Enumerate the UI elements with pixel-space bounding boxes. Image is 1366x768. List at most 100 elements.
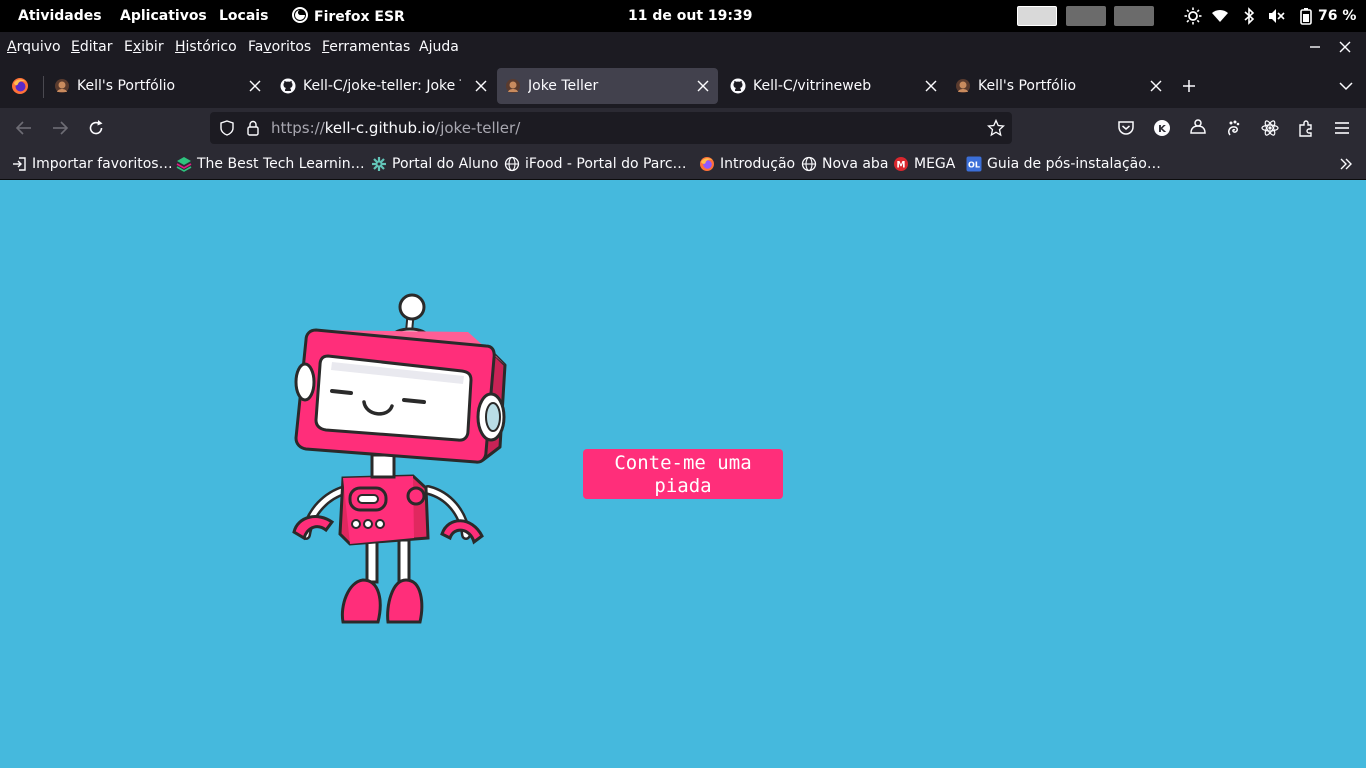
bookmark-guia-pos-instalacao[interactable]: OL Guia de pós-instalação… bbox=[966, 155, 1161, 173]
import-icon bbox=[13, 157, 26, 171]
battery-icon[interactable] bbox=[1297, 7, 1315, 25]
tab-joke-teller-repo[interactable]: Kell-C/joke-teller: Joke Teller bbox=[272, 68, 496, 104]
menu-bookmarks[interactable]: Favoritos bbox=[248, 38, 311, 56]
url-domain: kell-c.github.io bbox=[324, 119, 436, 137]
menu-accelerator: E bbox=[71, 39, 80, 55]
activities-button[interactable]: Atividades bbox=[18, 7, 102, 25]
robot-illustration bbox=[292, 293, 507, 624]
tab-kells-portfolio-1[interactable]: Kell's Portfólio bbox=[46, 68, 270, 104]
more-bookmarks-chevron-icon[interactable] bbox=[1338, 156, 1354, 172]
tab-vitrineweb-repo[interactable]: Kell-C/vitrineweb bbox=[722, 68, 946, 104]
bookmark-portal-aluno[interactable]: Portal do Aluno bbox=[371, 155, 499, 173]
night-light-icon[interactable] bbox=[1184, 7, 1202, 25]
bookmark-label: Nova aba bbox=[822, 156, 889, 172]
menu-tools[interactable]: Ferramentas bbox=[322, 38, 410, 56]
battery-percentage: 76 % bbox=[1318, 8, 1357, 24]
bookmark-label: Portal do Aluno bbox=[392, 156, 499, 172]
menu-accelerator: A bbox=[7, 39, 17, 55]
focused-app-menu[interactable]: Firefox ESR bbox=[292, 7, 405, 26]
bookmark-introducao[interactable]: Introdução bbox=[699, 155, 796, 173]
ol-icon: OL bbox=[966, 156, 982, 172]
url-path: /joke-teller/ bbox=[435, 119, 521, 137]
firefox-menubar: Arquivo Editar Exibir Histórico Favorito… bbox=[0, 32, 1366, 62]
close-tab-icon[interactable] bbox=[696, 79, 710, 93]
menu-help[interactable]: Ajuda bbox=[419, 38, 459, 56]
new-tab-plus-icon[interactable] bbox=[1181, 78, 1197, 94]
applications-menu[interactable]: Aplicativos bbox=[120, 7, 207, 25]
bookmark-mega[interactable]: M MEGA bbox=[893, 155, 958, 173]
tab-joke-teller-active[interactable]: Joke Teller bbox=[497, 68, 718, 104]
menu-accelerator: F bbox=[322, 39, 330, 55]
tell-joke-button[interactable]: Conte-me uma piada bbox=[583, 449, 783, 499]
bookmark-label: Introdução bbox=[720, 156, 796, 172]
reload-icon[interactable] bbox=[86, 118, 106, 138]
tracking-protection-shield-icon[interactable] bbox=[219, 120, 235, 136]
workspace-3[interactable] bbox=[1114, 6, 1154, 26]
menu-history[interactable]: Histórico bbox=[175, 38, 237, 56]
tab-title: Kell's Portfólio bbox=[978, 78, 1077, 94]
menu-accelerator: v bbox=[263, 39, 272, 55]
url-text[interactable]: https://kell-c.github.io/joke-teller/ bbox=[271, 119, 520, 137]
tab-title: Kell-C/joke-teller: Joke Teller bbox=[303, 78, 461, 94]
firefox-view-icon[interactable] bbox=[11, 77, 29, 95]
page-content: Conte-me uma piada bbox=[0, 180, 1366, 768]
bookmark-nova-aba[interactable]: Nova aba bbox=[801, 155, 889, 173]
menu-accelerator: x bbox=[132, 39, 142, 55]
github-icon bbox=[730, 78, 746, 94]
bookmark-star-icon[interactable] bbox=[987, 119, 1005, 137]
github-icon bbox=[280, 78, 296, 94]
list-all-tabs-chevron-icon[interactable] bbox=[1338, 79, 1354, 93]
account-avatar-icon[interactable]: K bbox=[1152, 118, 1172, 138]
menu-accelerator: H bbox=[175, 39, 186, 55]
pocket-icon[interactable] bbox=[1116, 118, 1136, 138]
svg-text:M: M bbox=[897, 161, 906, 171]
bookmark-import[interactable]: Importar favoritos… bbox=[11, 155, 173, 173]
extension-incognito-icon[interactable] bbox=[1188, 118, 1208, 138]
workspace-1[interactable] bbox=[1017, 6, 1057, 26]
bookmark-label: Importar favoritos… bbox=[32, 156, 173, 172]
tab-strip: Kell's Portfólio Kell-C/joke-teller: Jok… bbox=[0, 62, 1366, 108]
close-tab-icon[interactable] bbox=[248, 79, 262, 93]
workspace-2[interactable] bbox=[1066, 6, 1106, 26]
back-arrow-icon[interactable] bbox=[14, 118, 34, 138]
menu-view[interactable]: Exibir bbox=[124, 38, 164, 56]
tab-title: Kell's Portfólio bbox=[77, 78, 176, 94]
minimize-icon[interactable] bbox=[1306, 38, 1324, 56]
forward-arrow-icon[interactable] bbox=[50, 118, 70, 138]
portfolio-favicon bbox=[956, 79, 970, 93]
focused-app-label: Firefox ESR bbox=[314, 9, 405, 25]
clock[interactable]: 11 de out 19:39 bbox=[628, 7, 752, 25]
bluetooth-icon[interactable] bbox=[1240, 7, 1258, 25]
url-bar[interactable]: https://kell-c.github.io/joke-teller/ bbox=[210, 112, 1012, 144]
menu-file[interactable]: Arquivo bbox=[7, 38, 61, 56]
bookmark-label: Guia de pós-instalação… bbox=[987, 156, 1161, 172]
lock-icon[interactable] bbox=[246, 120, 260, 136]
extension-gnome-foot-icon[interactable] bbox=[1224, 118, 1244, 138]
tab-separator bbox=[43, 76, 44, 98]
tab-title: Joke Teller bbox=[528, 78, 599, 94]
places-menu[interactable]: Locais bbox=[219, 7, 268, 25]
globe-icon bbox=[801, 156, 817, 172]
close-tab-icon[interactable] bbox=[924, 79, 938, 93]
menu-edit[interactable]: Editar bbox=[71, 38, 112, 56]
bookmark-label: The Best Tech Learnin… bbox=[197, 156, 365, 172]
portfolio-favicon bbox=[506, 79, 520, 93]
bookmark-label: MEGA bbox=[914, 156, 956, 172]
menu-accelerator: j bbox=[428, 39, 433, 55]
wifi-icon[interactable] bbox=[1211, 7, 1229, 25]
bookmark-ifood[interactable]: iFood - Portal do Parc… bbox=[504, 155, 689, 173]
tab-kells-portfolio-2[interactable]: Kell's Portfólio bbox=[947, 68, 1171, 104]
globe-icon bbox=[504, 156, 520, 172]
url-scheme: https:// bbox=[271, 119, 325, 137]
close-window-icon[interactable] bbox=[1336, 38, 1354, 56]
close-tab-icon[interactable] bbox=[1149, 79, 1163, 93]
gear-icon bbox=[372, 157, 386, 171]
hamburger-menu-icon[interactable] bbox=[1332, 118, 1352, 138]
bookmark-tech-learning[interactable]: The Best Tech Learnin… bbox=[176, 155, 365, 173]
volume-muted-icon[interactable] bbox=[1267, 7, 1285, 25]
bookmarks-toolbar: Importar favoritos… The Best Tech Learni… bbox=[0, 148, 1366, 180]
firefox-app-icon bbox=[292, 7, 308, 23]
extensions-puzzle-icon[interactable] bbox=[1296, 118, 1316, 138]
react-devtools-icon[interactable] bbox=[1260, 118, 1280, 138]
close-tab-icon[interactable] bbox=[474, 79, 488, 93]
